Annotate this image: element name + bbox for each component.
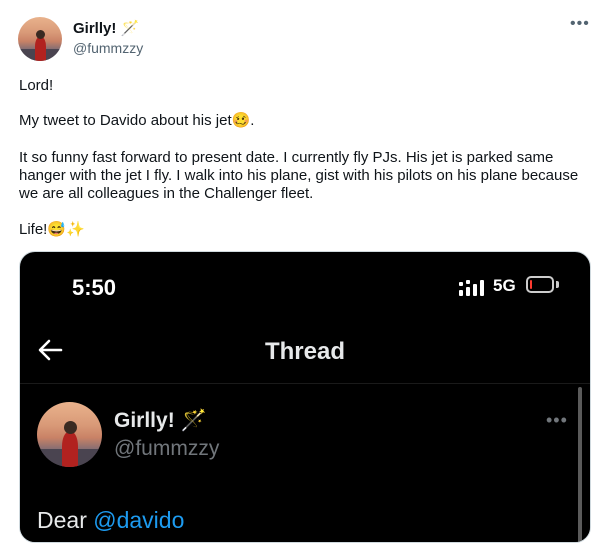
tweet-paragraph-3: It so funny fast forward to present date… bbox=[19, 149, 579, 202]
battery-tip bbox=[556, 281, 559, 288]
inner-mention: @davido bbox=[93, 507, 185, 533]
tweet-paragraph-2: My tweet to Davido about his jet🥴. bbox=[19, 112, 255, 129]
avatar[interactable] bbox=[18, 17, 62, 61]
inner-more-icon: ••• bbox=[546, 410, 568, 430]
inner-handle: @fummzzy bbox=[114, 437, 220, 460]
inner-display-name: Girlly! 🪄 bbox=[114, 409, 207, 432]
more-horizontal-icon[interactable]: ••• bbox=[570, 15, 590, 33]
tweet-paragraph-1: Lord! bbox=[19, 77, 54, 94]
display-name-text: Girlly! bbox=[73, 20, 117, 37]
tweet-media-image[interactable]: 5:50 5G Thread Girlly! 🪄 @fummzzy ••• De… bbox=[19, 251, 591, 543]
signal-icon bbox=[459, 280, 484, 296]
inner-text-prefix: Dear bbox=[37, 507, 94, 533]
page-title: Thread bbox=[264, 338, 345, 365]
status-time: 5:50 bbox=[72, 275, 117, 300]
magic-wand-icon: 🪄 bbox=[120, 20, 140, 37]
battery-level bbox=[530, 280, 532, 289]
tweet-paragraph-4: Life!😅✨ bbox=[19, 221, 85, 238]
display-name[interactable]: Girlly! 🪄 bbox=[73, 19, 139, 37]
user-handle[interactable]: @fummzzy bbox=[73, 40, 143, 56]
network-label: 5G bbox=[493, 276, 516, 295]
scrollbar bbox=[578, 387, 582, 542]
inner-tweet-text: Dear @davido bbox=[37, 507, 184, 534]
inner-avatar bbox=[37, 402, 102, 467]
battery-icon bbox=[526, 276, 554, 293]
